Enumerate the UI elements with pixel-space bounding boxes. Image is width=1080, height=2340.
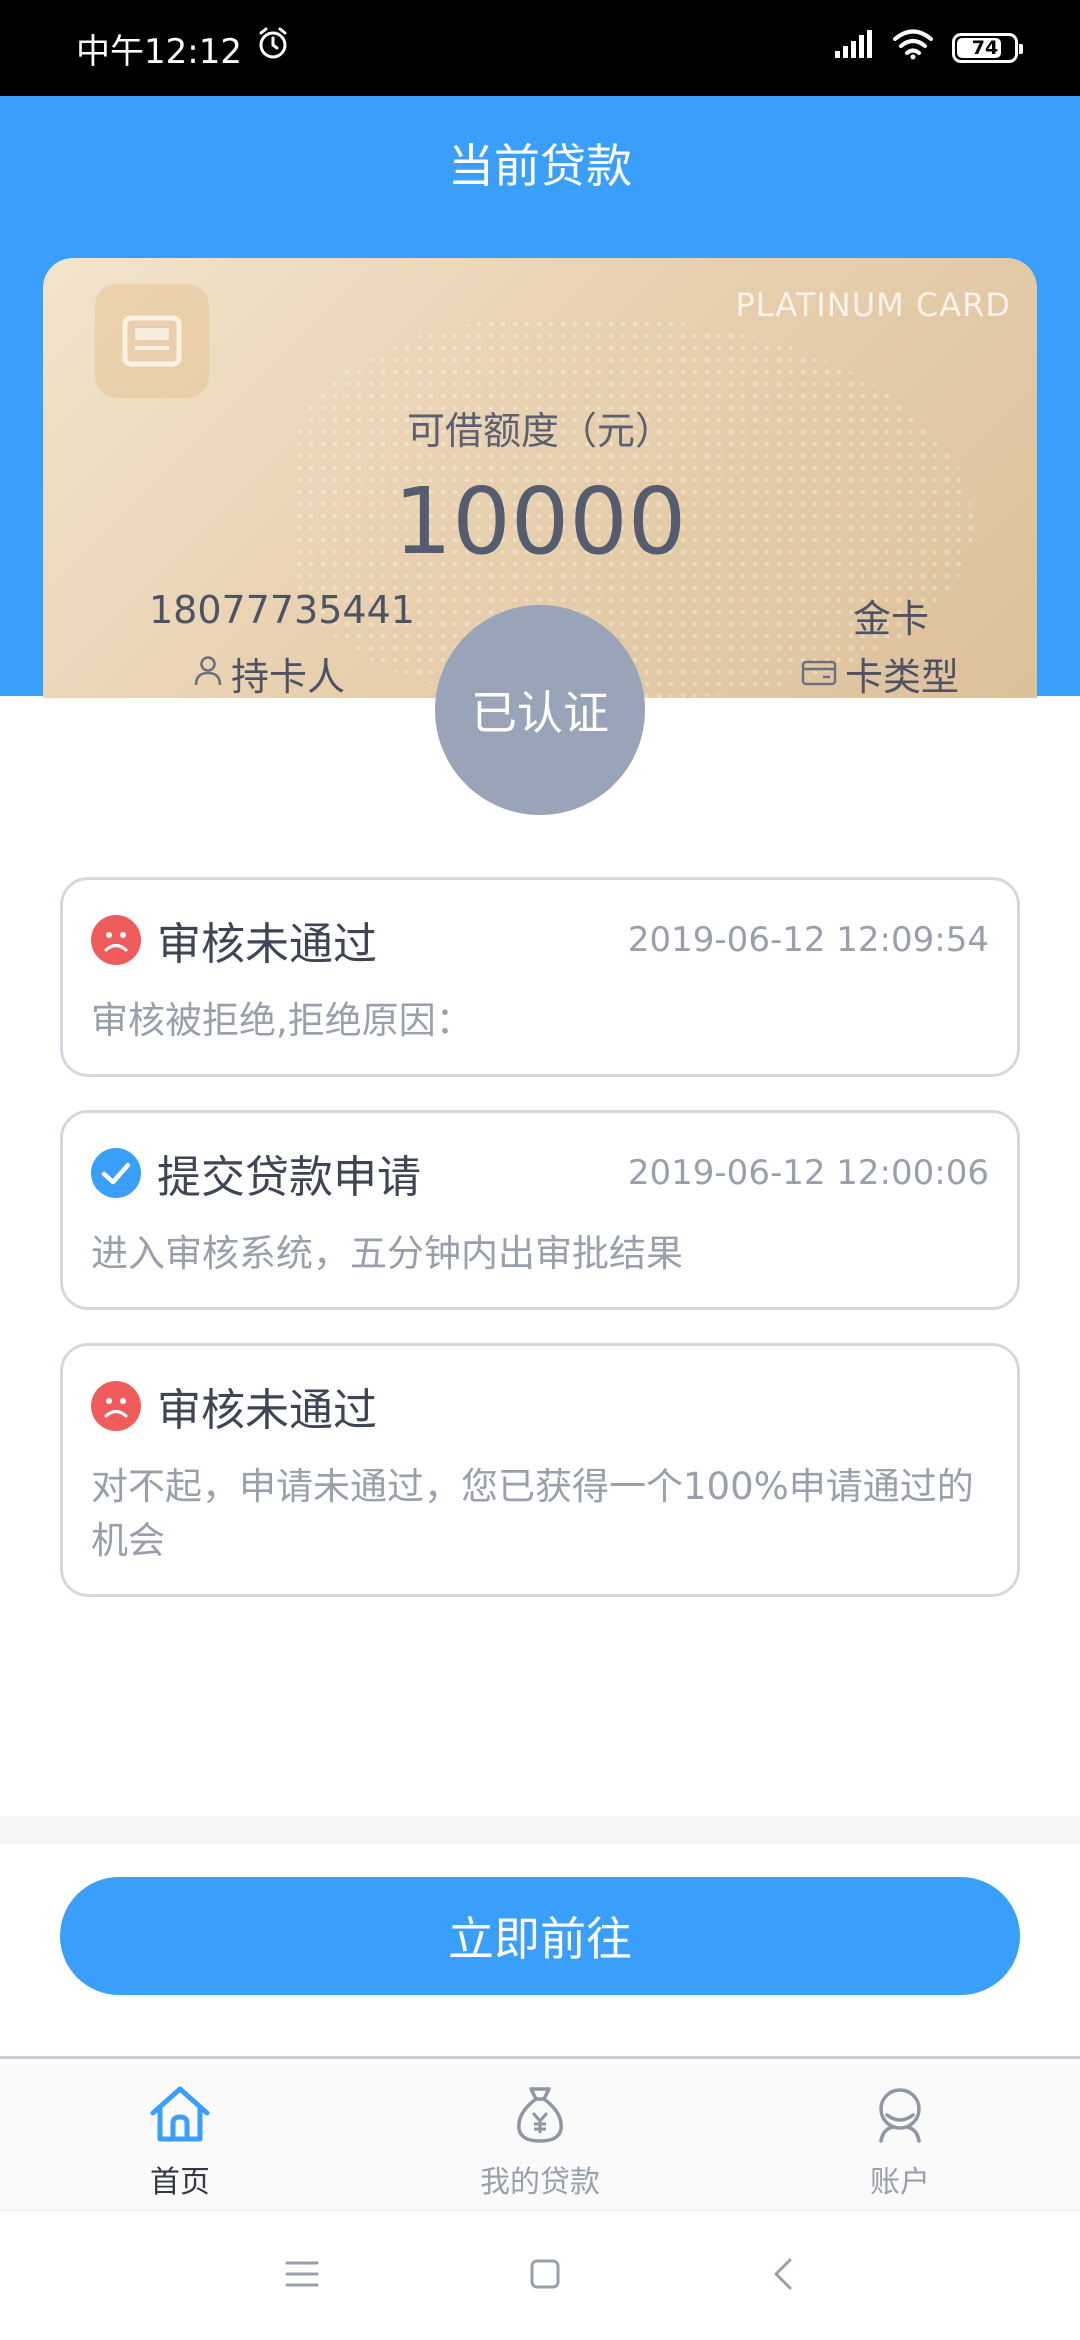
nav-item-my-loans[interactable]: 我的贷款 bbox=[360, 2059, 720, 2210]
back-icon[interactable] bbox=[771, 2257, 795, 2295]
list-item: 审核未通过 对不起，申请未通过，您已获得一个100%申请通过的机会 bbox=[60, 1343, 1020, 1597]
card-brand: PLATINUM CARD bbox=[735, 286, 1011, 324]
check-icon bbox=[91, 1148, 141, 1198]
verified-badge: 已认证 bbox=[435, 605, 645, 815]
wifi-icon bbox=[892, 28, 934, 69]
menu-icon[interactable] bbox=[285, 2259, 319, 2293]
record-title: 审核未通过 bbox=[157, 919, 377, 970]
card-type-row: 卡类型 bbox=[801, 646, 959, 698]
credit-limit-label: 可借额度（元） bbox=[406, 409, 673, 453]
bottom-nav: 首页 我的贷款 账户 bbox=[0, 2056, 1080, 2210]
go-now-button[interactable]: 立即前往 bbox=[60, 1877, 1020, 1995]
record-description: 进入审核系统，五分钟内出审批结果 bbox=[91, 1232, 683, 1275]
record-title: 审核未通过 bbox=[157, 1385, 377, 1436]
nav-label: 首页 bbox=[150, 2165, 210, 2200]
record-description: 对不起，申请未通过，您已获得一个100%申请通过的机会 bbox=[91, 1465, 974, 1562]
home-square-icon[interactable] bbox=[529, 2258, 561, 2294]
card-icon bbox=[801, 652, 837, 696]
user-icon bbox=[869, 2083, 931, 2149]
nav-label: 我的贷款 bbox=[480, 2165, 600, 2200]
home-icon bbox=[147, 2083, 213, 2149]
battery-level: 74 bbox=[971, 37, 999, 59]
card-holder-phone: 18077735441 bbox=[149, 588, 415, 632]
nav-item-home[interactable]: 首页 bbox=[0, 2059, 360, 2210]
card-holder-row: 持卡人 bbox=[193, 646, 345, 698]
card-logo-icon bbox=[95, 284, 209, 398]
nav-item-account[interactable]: 账户 bbox=[720, 2059, 1080, 2210]
record-title: 提交贷款申请 bbox=[157, 1152, 421, 1203]
status-time: 中午12:12 bbox=[76, 31, 242, 72]
card-holder-label: 持卡人 bbox=[231, 655, 346, 698]
list-item: 审核未通过 2019-06-12 12:09:54 审核被拒绝,拒绝原因： bbox=[60, 877, 1020, 1077]
record-time: 2019-06-12 12:00:06 bbox=[627, 1153, 989, 1193]
card-type-value: 金卡 bbox=[852, 597, 929, 641]
list-item: 提交贷款申请 2019-06-12 12:00:06 进入审核系统，五分钟内出审… bbox=[60, 1110, 1020, 1310]
credit-limit-amount: 10000 bbox=[393, 468, 687, 575]
record-time: 2019-06-12 12:09:54 bbox=[627, 920, 989, 960]
sad-face-icon bbox=[91, 1381, 141, 1431]
record-description: 审核被拒绝,拒绝原因： bbox=[91, 999, 473, 1042]
money-bag-icon bbox=[509, 2083, 571, 2149]
nav-label: 账户 bbox=[870, 2165, 930, 2200]
alarm-icon bbox=[256, 27, 290, 70]
battery-icon: 74 bbox=[952, 33, 1023, 63]
loan-record-list: 审核未通过 2019-06-12 12:09:54 审核被拒绝,拒绝原因： 提交… bbox=[60, 877, 1020, 1630]
divider bbox=[0, 1816, 1080, 1844]
system-nav-bar bbox=[0, 2210, 1080, 2340]
card-type-label: 卡类型 bbox=[844, 655, 959, 698]
sad-face-icon bbox=[91, 915, 141, 965]
status-bar: 中午12:12 74 bbox=[0, 0, 1080, 96]
page-title: 当前贷款 bbox=[448, 139, 632, 193]
signal-icon bbox=[834, 28, 874, 68]
person-icon bbox=[193, 652, 223, 696]
